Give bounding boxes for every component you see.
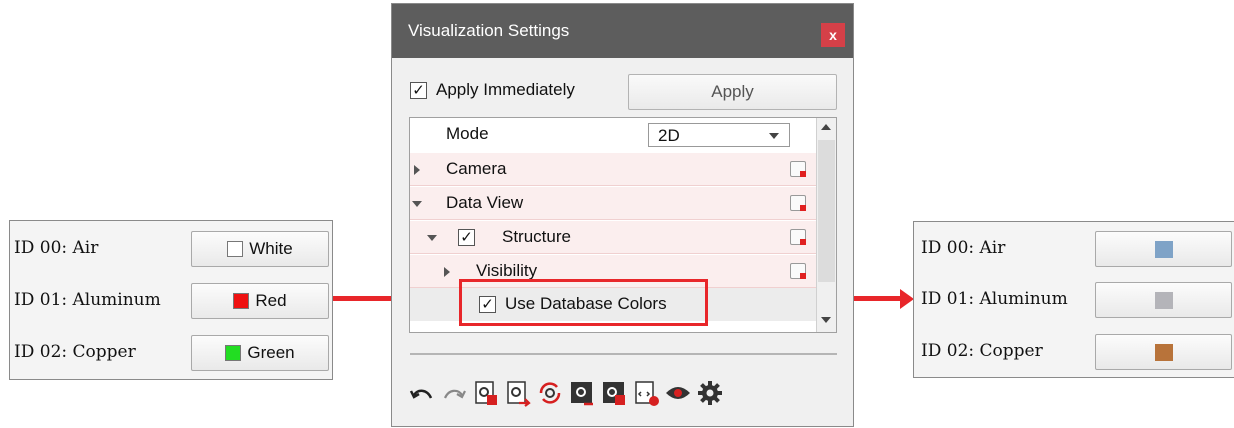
material-label: ID 00: Air: [921, 238, 1006, 258]
material-label: ID 02: Copper: [921, 341, 1043, 361]
settings-dark-icon[interactable]: [568, 379, 596, 407]
separator: [410, 353, 837, 355]
connector-line-left: [333, 296, 393, 301]
color-swatch: [1154, 343, 1173, 361]
apply-button[interactable]: Apply: [628, 74, 837, 110]
chevron-down-icon: [769, 133, 779, 139]
material-label: ID 02: Copper: [14, 342, 136, 362]
right-material-panel: ID 00: Air ID 01: Aluminum ID 02: Copper: [913, 221, 1234, 378]
color-button-aluminum[interactable]: Red: [191, 283, 329, 319]
material-row-air: ID 00: Air: [914, 224, 1234, 276]
material-label: ID 01: Aluminum: [921, 289, 1068, 309]
expand-arrow-icon[interactable]: [444, 267, 450, 277]
visualization-settings-dialog: Visualization Settings x ✓ Apply Immedia…: [391, 3, 854, 427]
tree-row-structure[interactable]: ✓ Structure: [410, 221, 816, 254]
color-swatch: [1154, 240, 1173, 258]
color-name: Green: [247, 343, 295, 362]
mode-select[interactable]: 2D: [648, 123, 790, 147]
material-row-copper: ID 02: Copper: [914, 327, 1234, 379]
camera-label: Camera: [446, 159, 507, 178]
color-button-air[interactable]: White: [191, 231, 329, 267]
scroll-thumb[interactable]: [818, 140, 835, 282]
apply-immediately-checkbox[interactable]: ✓: [410, 82, 427, 99]
color-name: Red: [255, 291, 287, 310]
tree-row-mode: Mode 2D: [410, 118, 816, 151]
color-swatch: [233, 293, 250, 309]
collapse-arrow-icon[interactable]: [412, 201, 422, 207]
reset-settings-icon[interactable]: [790, 263, 806, 279]
material-row-aluminum: ID 01: Aluminum: [914, 275, 1234, 327]
color-swatch: [225, 345, 242, 361]
structure-label: Structure: [502, 227, 571, 246]
arrow-head-icon: [900, 289, 914, 309]
settings-export-icon[interactable]: [504, 379, 532, 407]
settings-dark-save-icon[interactable]: [600, 379, 628, 407]
connector-line-right: [854, 296, 902, 301]
material-row-aluminum: ID 01: Aluminum Red: [10, 276, 332, 328]
visibility-label: Visibility: [476, 261, 538, 280]
expand-arrow-icon[interactable]: [414, 165, 420, 175]
dialog-title: Visualization Settings: [408, 21, 570, 40]
tree-row-camera[interactable]: Camera: [410, 153, 816, 186]
scroll-up-icon[interactable]: [821, 124, 831, 130]
color-button-copper[interactable]: Green: [191, 335, 329, 371]
structure-checkbox[interactable]: ✓: [458, 229, 475, 246]
gear-icon[interactable]: [696, 379, 724, 407]
collapse-arrow-icon[interactable]: [427, 235, 437, 241]
material-row-copper: ID 02: Copper Green: [10, 328, 332, 380]
color-button-aluminum[interactable]: [1095, 282, 1232, 318]
tree-scrollbar[interactable]: [816, 118, 836, 332]
highlight-box: [459, 279, 708, 326]
settings-save-icon[interactable]: [472, 379, 500, 407]
settings-code-icon[interactable]: [632, 379, 660, 407]
close-button[interactable]: x: [821, 23, 845, 47]
color-button-air[interactable]: [1095, 231, 1232, 267]
tree-row-data-view[interactable]: Data View: [410, 187, 816, 220]
apply-immediately-label: Apply Immediately: [436, 80, 575, 99]
color-swatch: [227, 241, 244, 257]
color-swatch: [1154, 291, 1173, 309]
reset-settings-icon[interactable]: [790, 229, 806, 245]
bottom-toolbar: [408, 376, 724, 410]
scroll-down-icon[interactable]: [821, 317, 831, 323]
color-button-copper[interactable]: [1095, 334, 1232, 370]
mode-value: 2D: [658, 126, 680, 145]
data-view-label: Data View: [446, 193, 524, 212]
titlebar: Visualization Settings x: [392, 4, 853, 58]
material-label: ID 01: Aluminum: [14, 290, 161, 310]
undo-icon[interactable]: [408, 379, 436, 407]
left-material-panel: ID 00: Air White ID 01: Aluminum Red ID …: [9, 220, 333, 380]
redo-icon[interactable]: [440, 379, 468, 407]
mode-label: Mode: [446, 124, 489, 143]
reset-settings-icon[interactable]: [790, 195, 806, 211]
reset-settings-icon[interactable]: [790, 161, 806, 177]
color-name: White: [249, 239, 293, 258]
eye-icon[interactable]: [664, 379, 692, 407]
material-row-air: ID 00: Air White: [10, 224, 332, 276]
settings-reload-icon[interactable]: [536, 379, 564, 407]
material-label: ID 00: Air: [14, 238, 99, 258]
